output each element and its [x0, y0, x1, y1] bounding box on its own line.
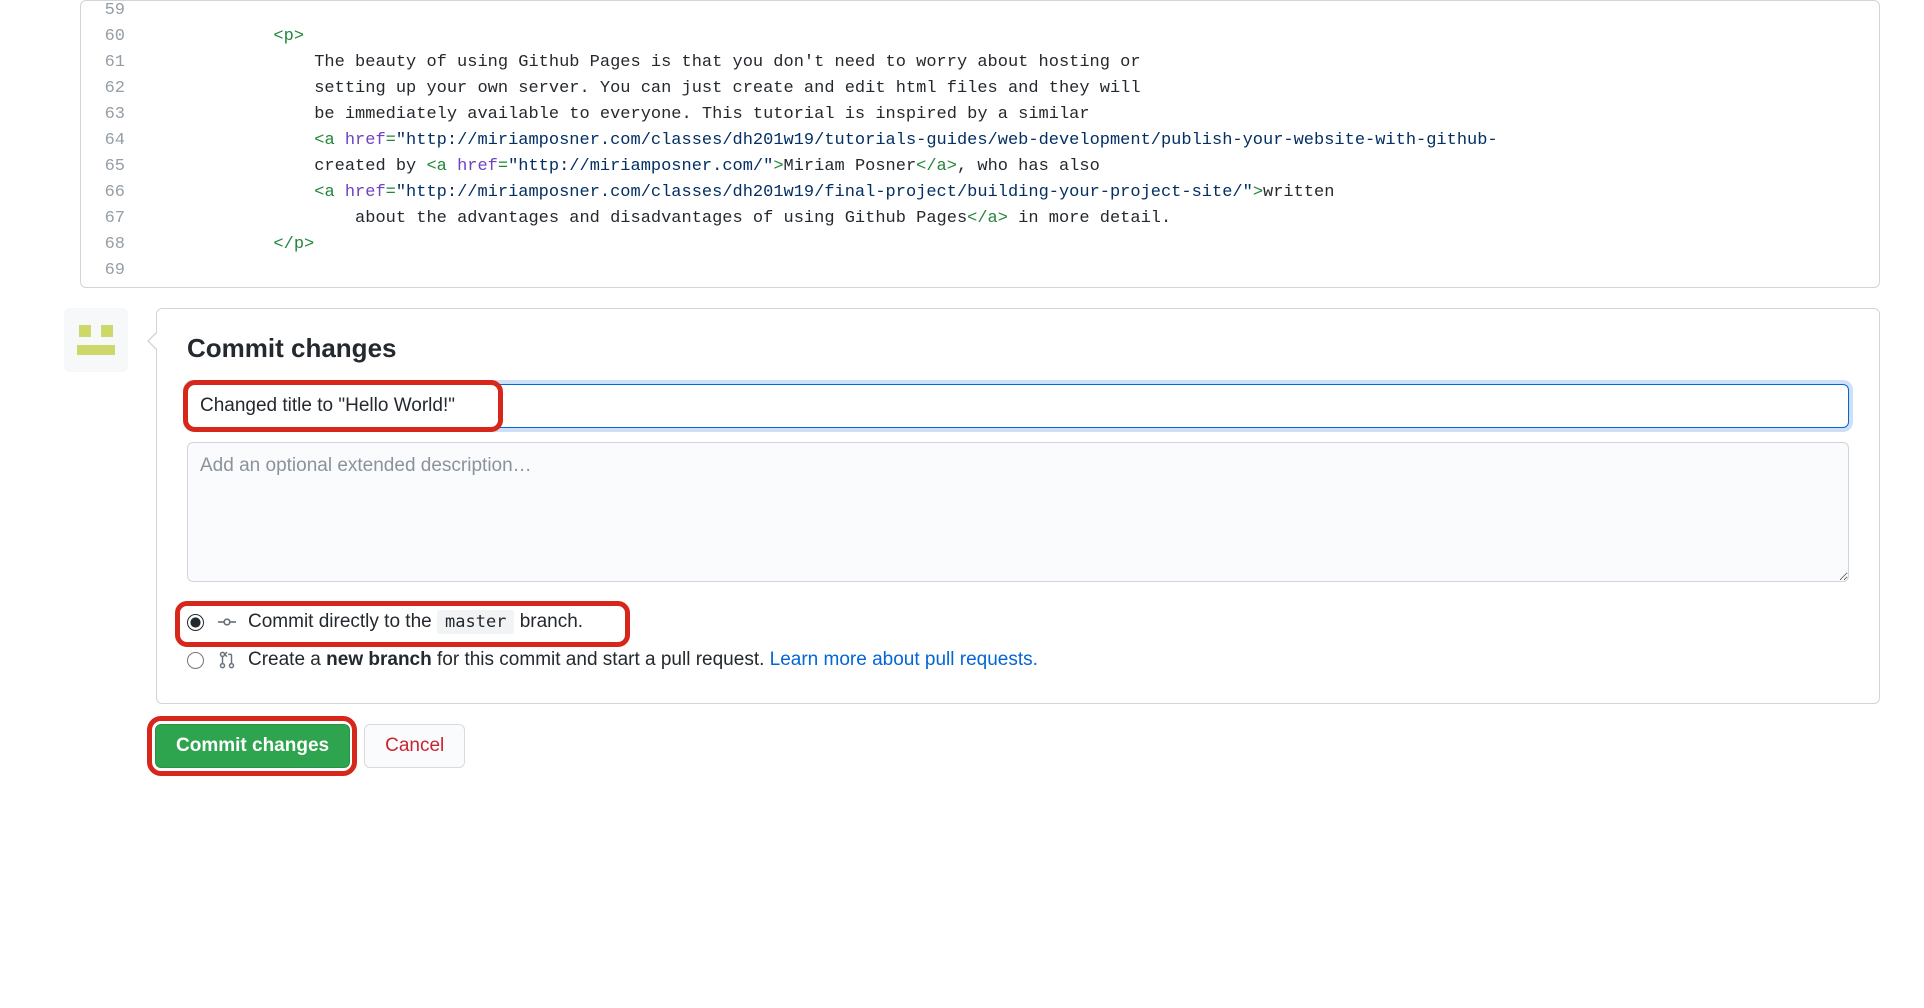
line-number: 62 — [81, 79, 141, 98]
line-content: about the advantages and disadvantages o… — [141, 209, 1879, 228]
line-number: 68 — [81, 235, 141, 254]
line-content: The beauty of using Github Pages is that… — [141, 53, 1879, 72]
cancel-button[interactable]: Cancel — [364, 724, 465, 768]
line-number: 59 — [81, 1, 141, 20]
line-number: 65 — [81, 157, 141, 176]
line-number: 61 — [81, 53, 141, 72]
line-content: created by <a href="http://miriamposner.… — [141, 157, 1879, 176]
radio-label-direct: Commit directly to the master branch. — [248, 611, 583, 633]
radio-input-new-branch[interactable] — [187, 652, 204, 669]
radio-input-direct[interactable] — [187, 614, 204, 631]
line-content: setting up your own server. You can just… — [141, 79, 1879, 98]
line-number: 69 — [81, 261, 141, 280]
line-number: 60 — [81, 27, 141, 46]
commit-form: Commit changes Commit directly to the ma… — [156, 308, 1880, 704]
line-content: <p> — [141, 27, 1879, 46]
radio-label-new-branch: Create a new branch for this commit and … — [248, 649, 1038, 671]
commit-heading: Commit changes — [187, 333, 1849, 364]
commit-summary-input[interactable] — [187, 384, 1849, 428]
line-content: </p> — [141, 235, 1879, 254]
git-commit-icon — [218, 613, 238, 631]
line-number: 66 — [81, 183, 141, 202]
line-number: 63 — [81, 105, 141, 124]
radio-commit-direct[interactable]: Commit directly to the master branch. — [187, 603, 1849, 641]
line-number: 64 — [81, 131, 141, 150]
commit-description-textarea[interactable] — [187, 442, 1849, 582]
git-pull-request-icon — [218, 651, 238, 669]
radio-commit-new-branch[interactable]: Create a new branch for this commit and … — [187, 641, 1849, 679]
line-content: <a href="http://miriamposner.com/classes… — [141, 131, 1879, 150]
line-content: <a href="http://miriamposner.com/classes… — [141, 183, 1879, 202]
line-content: be immediately available to everyone. Th… — [141, 105, 1879, 124]
code-editor[interactable]: 59 60 <p> 61 The beauty of using Github … — [80, 0, 1880, 288]
avatar — [64, 308, 128, 372]
line-number: 67 — [81, 209, 141, 228]
commit-changes-button[interactable]: Commit changes — [155, 724, 350, 768]
learn-more-link[interactable]: Learn more about pull requests. — [770, 649, 1038, 670]
